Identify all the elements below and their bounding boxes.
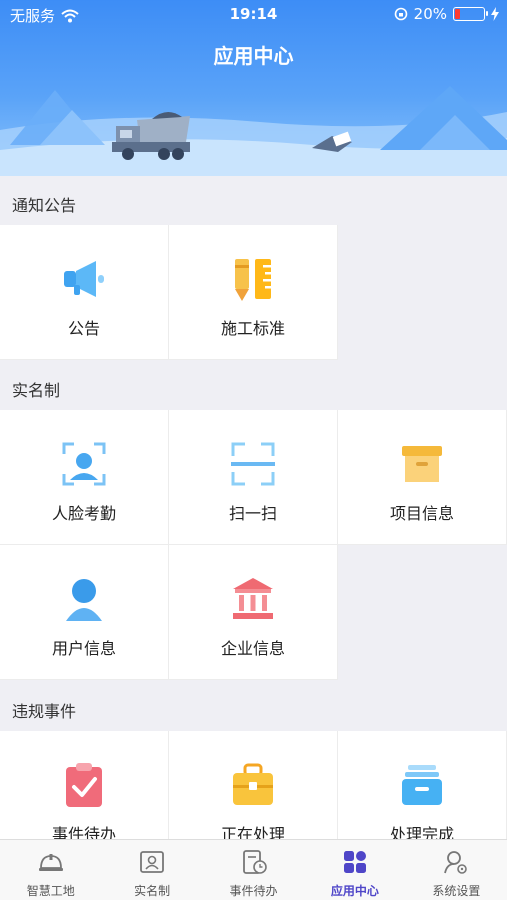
- empty-cell: [338, 545, 507, 680]
- tile-user-info[interactable]: 用户信息: [0, 545, 169, 680]
- section-label-notice: 通知公告: [12, 196, 77, 215]
- app-grid-icon: [343, 851, 366, 873]
- tab-label: 实名制: [134, 884, 171, 898]
- megaphone-icon: [64, 261, 104, 297]
- tile-scan[interactable]: 扫一扫: [169, 410, 338, 545]
- construction-illustration: [0, 86, 507, 176]
- clock-document-icon: [242, 850, 267, 874]
- real-name-grid: 人脸考勤 扫一扫 项目信息 用户信息 企业信息: [0, 410, 507, 680]
- tile-label: 用户信息: [51, 639, 116, 658]
- tab-smart-site[interactable]: 智慧工地: [0, 840, 101, 900]
- tab-event-todo[interactable]: 事件待办: [203, 840, 304, 900]
- user-icon: [66, 579, 102, 621]
- face-scan-icon: [62, 442, 106, 486]
- tab-label: 应用中心: [330, 884, 379, 898]
- tile-company-info[interactable]: 企业信息: [169, 545, 338, 680]
- tile-face-attendance[interactable]: 人脸考勤: [0, 410, 169, 545]
- tile-label: 企业信息: [220, 639, 285, 658]
- tile-label: 扫一扫: [228, 504, 277, 523]
- notice-grid: 公告 施工标准: [0, 225, 507, 360]
- rotation-lock-icon: [394, 7, 407, 21]
- tile-label: 人脸考勤: [51, 504, 116, 523]
- archive-box-icon: [402, 446, 442, 482]
- bank-building-icon: [233, 578, 273, 619]
- section-label-real-name: 实名制: [12, 381, 61, 400]
- battery-icon: [453, 7, 488, 21]
- empty-cell: [338, 225, 507, 360]
- tab-app-center[interactable]: 应用中心: [304, 840, 405, 900]
- inbox-tray-icon: [402, 765, 442, 805]
- charging-bolt-icon: [491, 7, 499, 21]
- bottom-tab-bar: 智慧工地 实名制 事件待办 应用中心 系统设置: [0, 839, 507, 900]
- tile-label: 公告: [67, 319, 100, 338]
- tab-real-name[interactable]: 实名制: [101, 840, 202, 900]
- section-label-violations: 违规事件: [12, 702, 77, 721]
- tile-project-info[interactable]: 项目信息: [338, 410, 507, 545]
- tab-label: 事件待办: [229, 884, 278, 898]
- tile-announcement[interactable]: 公告: [0, 225, 169, 360]
- tab-label: 智慧工地: [26, 884, 75, 898]
- scan-icon: [231, 442, 275, 486]
- battery-percent: 20%: [413, 5, 447, 23]
- tab-label: 系统设置: [432, 884, 481, 898]
- toolbox-icon: [233, 763, 273, 805]
- helmet-icon: [38, 854, 63, 871]
- status-bar: 无服务 19:14 20%: [0, 0, 507, 28]
- tile-label: 项目信息: [389, 504, 454, 523]
- app-header: 无服务 19:14 20% 应用中心: [0, 0, 507, 176]
- pencil-ruler-icon: [235, 259, 271, 301]
- tile-label: 施工标准: [220, 319, 285, 338]
- id-card-icon: [140, 851, 165, 873]
- clipboard-check-icon: [66, 763, 102, 807]
- tab-system-settings[interactable]: 系统设置: [406, 840, 507, 900]
- tile-construction-standard[interactable]: 施工标准: [169, 225, 338, 360]
- user-settings-icon: [444, 851, 468, 874]
